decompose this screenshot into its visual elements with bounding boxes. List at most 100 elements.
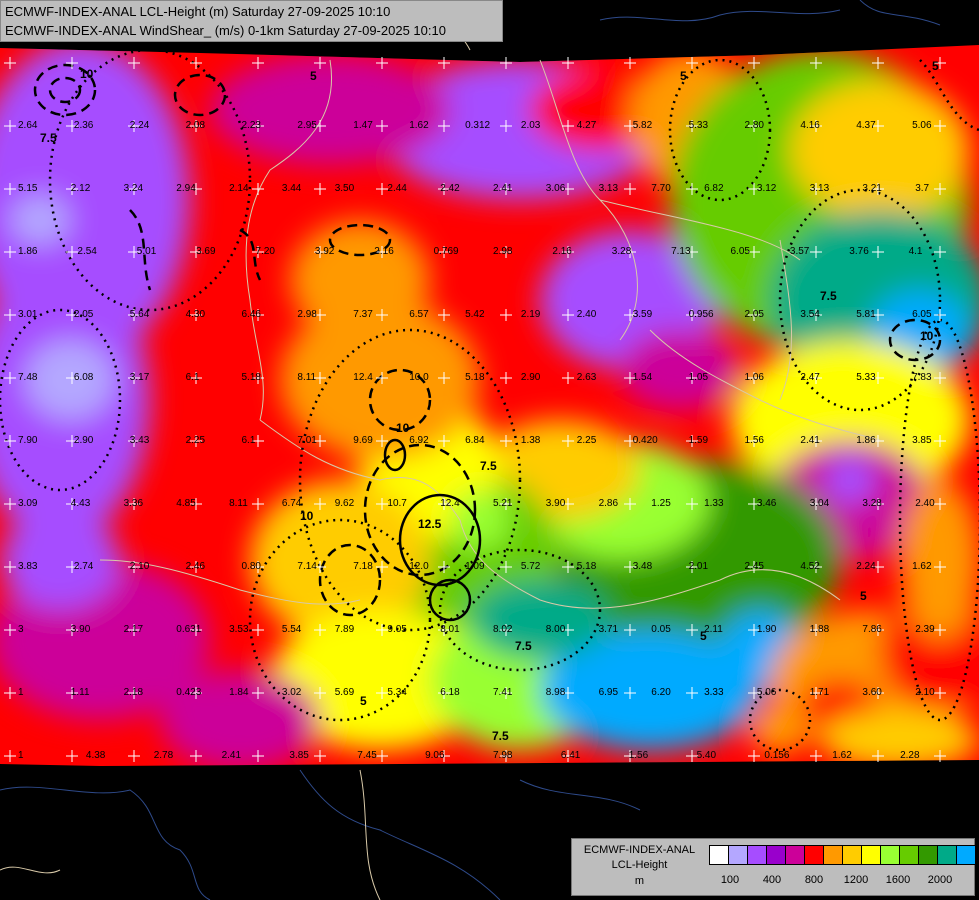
station-value: 3.13	[599, 183, 619, 194]
station-value: 5.54	[282, 624, 302, 635]
station-value: 2.64	[18, 120, 38, 131]
station-value: 2.78	[154, 750, 174, 761]
station-value: 2.18	[124, 687, 144, 698]
legend-swatch	[918, 845, 938, 865]
station-value: 5.72	[521, 561, 541, 572]
station-value: 5.18	[465, 372, 485, 383]
station-value: 2.14	[229, 183, 249, 194]
station-value: 2.16	[374, 246, 394, 257]
station-value: 6.05	[731, 246, 751, 257]
station-value: 2.74	[74, 561, 94, 572]
station-value: 12.4	[353, 372, 373, 383]
legend-title-3: m	[634, 875, 645, 887]
station-value: 0.312	[465, 120, 490, 131]
station-value: 5.21	[493, 498, 513, 509]
station-value: 1.59	[689, 435, 709, 446]
station-value: 0.769	[434, 246, 459, 257]
legend-swatch	[747, 845, 767, 865]
station-value: 8.00	[546, 624, 566, 635]
station-value: 8.11	[229, 498, 248, 509]
legend-swatch	[766, 845, 786, 865]
contour-label: 5	[310, 69, 317, 83]
contour-label: 7.5	[492, 729, 509, 743]
station-value: 1.62	[912, 561, 932, 572]
station-value: 3.12	[757, 183, 777, 194]
station-value: 2.12	[71, 183, 91, 194]
station-value: 3.02	[282, 687, 302, 698]
station-value: 9.05	[387, 624, 407, 635]
station-value: 2.98	[493, 246, 513, 257]
station-value: 2.36	[74, 120, 94, 131]
station-value: 2.25	[186, 435, 206, 446]
station-value: 3.85	[912, 435, 932, 446]
station-value: 1.25	[651, 498, 671, 509]
station-value: 4.38	[86, 750, 106, 761]
station-value: 0.423	[176, 687, 201, 698]
station-value: 3.13	[810, 183, 830, 194]
data-domain	[0, 45, 979, 766]
station-value: 6.08	[74, 372, 94, 383]
station-value: 7.86	[862, 624, 882, 635]
station-value: 3.44	[282, 183, 302, 194]
station-value: 1.06	[745, 372, 765, 383]
station-value: 7.14	[297, 561, 317, 572]
contour-label: 7.5	[480, 459, 497, 473]
station-value: 2.94	[176, 183, 196, 194]
legend-swatch	[880, 845, 900, 865]
station-value: 7.83	[912, 372, 932, 383]
station-value: 1	[18, 687, 24, 698]
station-value: 7.70	[651, 183, 671, 194]
station-value: 2.90	[74, 435, 94, 446]
station-value: 7.37	[353, 309, 373, 320]
station-value: 1.84	[229, 687, 249, 698]
station-value: 5.40	[697, 750, 717, 761]
legend-swatch	[823, 845, 843, 865]
station-value: 5.42	[465, 309, 485, 320]
station-value: 1.62	[832, 750, 852, 761]
station-value: 4.43	[71, 498, 91, 509]
station-value: 4.16	[800, 120, 820, 131]
station-value: 7.20	[256, 246, 276, 257]
station-value: 2.45	[745, 561, 765, 572]
station-value: 8.11	[297, 372, 316, 383]
station-value: 2.80	[745, 120, 765, 131]
station-value: 7.90	[18, 435, 38, 446]
legend-title-2: LCL-Height	[611, 859, 668, 871]
station-value: 12.4	[440, 498, 460, 509]
station-value: 6.84	[465, 435, 485, 446]
station-value: 5.64	[130, 309, 150, 320]
station-value: 5.82	[633, 120, 653, 131]
station-value: 1.62	[409, 120, 429, 131]
station-value: 6.18	[440, 687, 460, 698]
station-value: 5.15	[18, 183, 38, 194]
station-value: 6.95	[599, 687, 619, 698]
legend-swatch	[956, 845, 976, 865]
station-value: 5.06	[912, 120, 932, 131]
legend-swatch	[728, 845, 748, 865]
station-value: 2.01	[689, 561, 709, 572]
station-value: 3.36	[124, 498, 144, 509]
station-value: 2.40	[577, 309, 597, 320]
legend-swatch	[899, 845, 919, 865]
legend-tick: 2000	[927, 874, 953, 886]
station-value: 2.05	[745, 309, 765, 320]
station-value: 3.53	[229, 624, 249, 635]
station-value: 1.38	[521, 435, 541, 446]
station-value: 5.33	[856, 372, 876, 383]
station-value: 1.33	[704, 498, 724, 509]
legend-swatch	[842, 845, 862, 865]
station-value: 2.44	[387, 183, 407, 194]
station-value: 3.83	[18, 561, 38, 572]
station-value: 7.48	[18, 372, 38, 383]
station-value: 2.54	[77, 246, 97, 257]
station-value: 2.16	[552, 246, 572, 257]
station-value: 5.01	[137, 246, 157, 257]
station-value: 7.98	[493, 750, 513, 761]
station-value: 6.05	[912, 309, 932, 320]
station-value: 3.06	[546, 183, 566, 194]
station-value: 0.05	[651, 624, 671, 635]
contour-label: 7.5	[40, 131, 57, 145]
station-value: 1.71	[810, 687, 830, 698]
legend-swatch	[709, 845, 729, 865]
legend-swatch	[937, 845, 957, 865]
